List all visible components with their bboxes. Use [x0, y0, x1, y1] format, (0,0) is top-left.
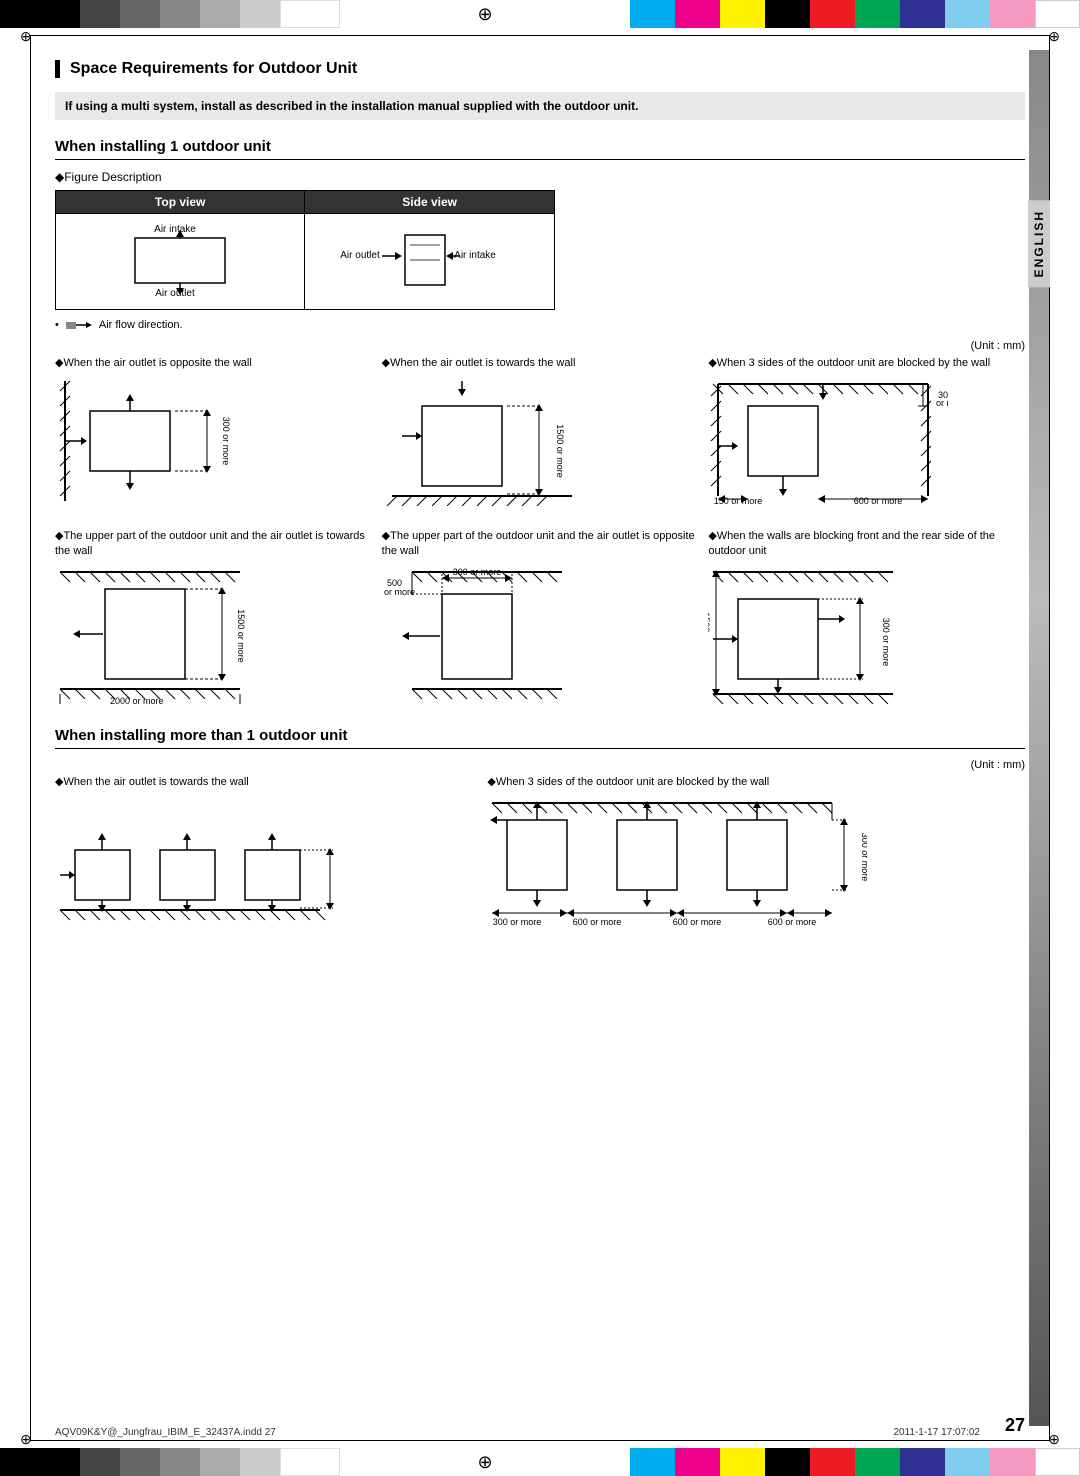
english-tab: ENGLISH — [1028, 200, 1050, 287]
svg-text:300 or more: 300 or more — [452, 567, 501, 577]
diagram-1: ◆When the air outlet is opposite the wal… — [55, 356, 372, 509]
diagram-1-svg: 300 or more — [55, 376, 255, 506]
diagrams-row-2: ◆The upper part of the outdoor unit and … — [55, 529, 1025, 707]
subsection2-title: When installing more than 1 outdoor unit — [55, 727, 1025, 749]
subsection1-title: When installing 1 outdoor unit — [55, 138, 1025, 160]
main-content: Space Requirements for Outdoor Unit If u… — [55, 50, 1025, 1426]
diagram-8-svg: 300 or more 300 or more 600 or more 600 … — [487, 795, 867, 935]
airflow-note: • Air flow direction. — [55, 318, 1025, 332]
unit-note-2: (Unit : mm) — [55, 759, 1025, 771]
figure-table: Top view Side view Air intake — [55, 190, 555, 310]
svg-text:1500 or more: 1500 or more — [708, 612, 711, 666]
svg-text:300 or more: 300 or more — [221, 417, 231, 466]
svg-text:1500 or more: 1500 or more — [555, 425, 565, 479]
fig-table-header-top: Top view — [56, 191, 305, 214]
diagram-8: ◆When 3 sides of the outdoor unit are bl… — [487, 775, 1025, 938]
svg-text:600 or more: 600 or more — [573, 917, 622, 927]
svg-text:600 or more: 600 or more — [854, 496, 903, 506]
diagram-5-label: ◆The upper part of the outdoor unit and … — [382, 529, 699, 558]
color-bar-top: ⊕ — [0, 0, 1080, 28]
border-left — [30, 35, 31, 1441]
svg-text:300 or more: 300 or more — [881, 618, 891, 667]
diagram-5-svg: 500 or more 300 or more — [382, 564, 582, 704]
svg-text:600 or more: 600 or more — [768, 917, 817, 927]
airflow-icon — [64, 318, 94, 332]
footer-file: AQV09K&Y@_Jungfrau_IBIM_E_32437A.indd 27 — [55, 1427, 276, 1438]
svg-text:Air outlet: Air outlet — [340, 250, 380, 261]
svg-text:1500 or more: 1500 or more — [343, 855, 345, 909]
footer-date: 2011-1-17 17:07:02 — [893, 1427, 980, 1438]
diagram-2-svg: 1500 or more — [382, 376, 582, 506]
diagram-3-label: ◆When 3 sides of the outdoor unit are bl… — [708, 356, 1025, 370]
diagrams-row-3: ◆When the air outlet is towards the wall — [55, 775, 1025, 938]
diagram-6-label: ◆When the walls are blocking front and t… — [708, 529, 1025, 558]
top-view-diagram: Air intake Air outlet — [85, 220, 275, 300]
figure-desc-label: ◆Figure Description — [55, 170, 1025, 184]
reg-mark-bl: ⊕ — [20, 1431, 32, 1448]
section-title: Space Requirements for Outdoor Unit — [55, 60, 1025, 78]
diagram-4-svg: 1500 or more 2000 or more — [55, 564, 255, 704]
fig-table-header-side: Side view — [305, 191, 555, 214]
diagram-3-svg: 300 or more 150 or more 600 or more — [708, 376, 948, 506]
reg-mark-tl: ⊕ — [20, 28, 32, 45]
diagram-5: ◆The upper part of the outdoor unit and … — [382, 529, 699, 707]
fig-table-top-view: Air intake Air outlet — [56, 214, 305, 310]
svg-text:1500 or more: 1500 or more — [236, 609, 246, 663]
page-number: 27 — [1005, 1415, 1025, 1436]
diagram-2: ◆When the air outlet is towards the wall — [382, 356, 699, 509]
svg-text:300 or more: 300 or more — [860, 833, 867, 882]
svg-text:600 or more: 600 or more — [673, 917, 722, 927]
color-bar-bottom: ⊕ — [0, 1448, 1080, 1476]
border-top — [30, 35, 1050, 36]
diagram-1-label: ◆When the air outlet is opposite the wal… — [55, 356, 372, 370]
diagram-2-label: ◆When the air outlet is towards the wall — [382, 356, 699, 370]
unit-note-1: (Unit : mm) — [55, 340, 1025, 352]
side-view-diagram: Air outlet Air intake — [330, 220, 530, 300]
diagrams-row-1: ◆When the air outlet is opposite the wal… — [55, 356, 1025, 509]
svg-text:300 or more: 300 or more — [493, 917, 542, 927]
diagram-6: ◆When the walls are blocking front and t… — [708, 529, 1025, 707]
border-bottom — [30, 1440, 1050, 1441]
svg-text:Air intake: Air intake — [454, 250, 496, 261]
reg-mark-tr: ⊕ — [1048, 28, 1060, 45]
reg-mark-br: ⊕ — [1048, 1431, 1060, 1448]
svg-text:2000 or more: 2000 or more — [110, 696, 164, 704]
svg-text:Air outlet: Air outlet — [155, 288, 195, 299]
svg-text:Air intake: Air intake — [154, 224, 196, 235]
fig-table-side-view: Air outlet Air intake — [305, 214, 555, 310]
diagram-7-svg: 1500 or more — [55, 795, 345, 925]
diagram-3: ◆When 3 sides of the outdoor unit are bl… — [708, 356, 1025, 509]
svg-text:or more: or more — [936, 398, 948, 408]
diagram-7: ◆When the air outlet is towards the wall — [55, 775, 477, 938]
svg-text:or more: or more — [384, 587, 415, 597]
diagram-4-label: ◆The upper part of the outdoor unit and … — [55, 529, 372, 558]
notice-box: If using a multi system, install as desc… — [55, 92, 1025, 120]
diagram-4: ◆The upper part of the outdoor unit and … — [55, 529, 372, 707]
diagram-6-svg: 300 or more 1500 or more — [708, 564, 918, 704]
diagram-7-label: ◆When the air outlet is towards the wall — [55, 775, 477, 789]
diagram-8-label: ◆When 3 sides of the outdoor unit are bl… — [487, 775, 1025, 789]
